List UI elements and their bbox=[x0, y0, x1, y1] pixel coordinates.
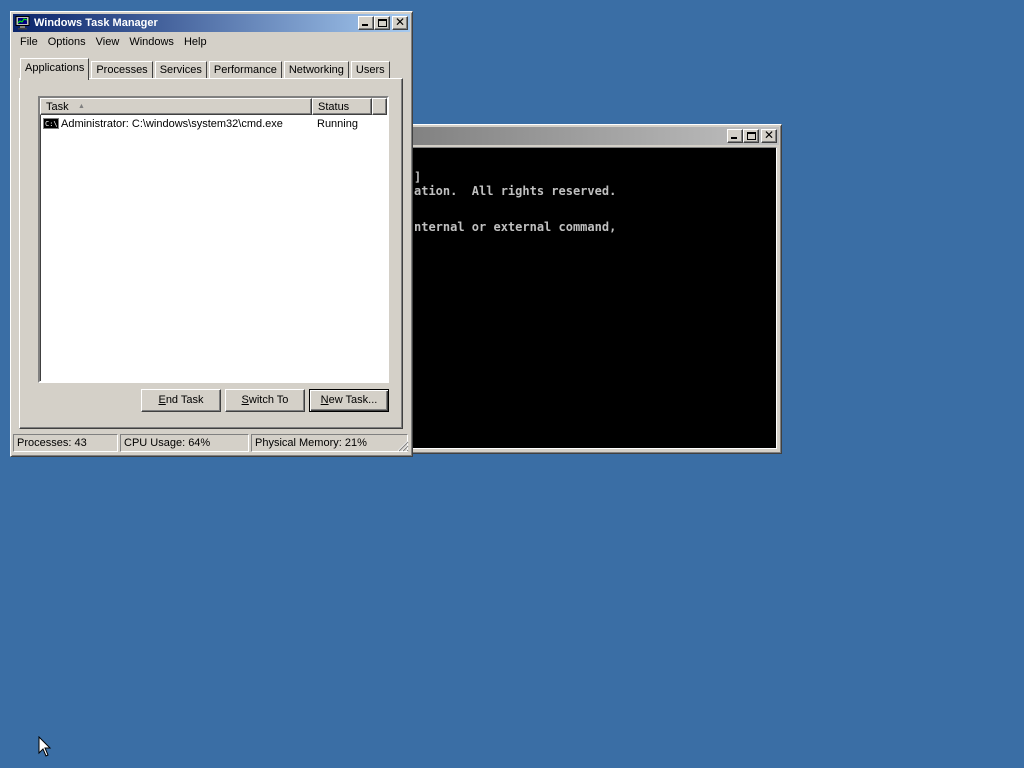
tab-users[interactable]: Users bbox=[350, 61, 390, 79]
end-task-hotkey: E bbox=[158, 394, 166, 406]
task-manager-titlebar[interactable]: Windows Task Manager ✕ bbox=[13, 14, 410, 32]
new-task-button[interactable]: New Task... bbox=[309, 389, 389, 412]
tab-networking[interactable]: Networking bbox=[283, 61, 349, 79]
list-header: Task ▲ Status bbox=[40, 98, 387, 115]
applications-panel: Task ▲ Status C:\ Administrator: C:\wind… bbox=[19, 78, 403, 429]
sort-ascending-icon: ▲ bbox=[78, 103, 85, 110]
tab-services[interactable]: Services bbox=[154, 61, 207, 79]
arrow-pointer-icon bbox=[38, 736, 52, 757]
close-button[interactable]: ✕ bbox=[392, 15, 408, 30]
cmd-line: ation. All rights reserved. bbox=[414, 184, 617, 198]
cmd-line: nternal or external command, bbox=[414, 220, 617, 234]
column-header-filler bbox=[372, 98, 387, 115]
cmd-maximize-button[interactable] bbox=[743, 129, 759, 143]
maximize-icon bbox=[378, 19, 387, 27]
minimize-button[interactable] bbox=[358, 16, 374, 30]
minimize-icon bbox=[362, 24, 368, 26]
cmd-line: ] bbox=[414, 170, 422, 184]
window-title: Windows Task Manager bbox=[34, 17, 158, 29]
task-manager-monitor-icon bbox=[15, 16, 30, 30]
menu-windows[interactable]: Windows bbox=[124, 36, 179, 48]
column-header-task-label: Task bbox=[46, 101, 69, 113]
resize-grip-icon[interactable] bbox=[397, 440, 409, 452]
cmd-prompt-icon: C:\ bbox=[43, 118, 59, 129]
close-icon: ✕ bbox=[394, 15, 406, 29]
menu-bar: File Options View Windows Help bbox=[13, 32, 410, 52]
status-cpu-usage: CPU Usage: 64% bbox=[120, 434, 249, 452]
tab-strip: Applications Processes Services Performa… bbox=[20, 57, 392, 80]
status-bar: Processes: 43 CPU Usage: 64% Physical Me… bbox=[13, 434, 410, 454]
tab-performance[interactable]: Performance bbox=[208, 61, 282, 79]
tab-applications[interactable]: Applications bbox=[20, 58, 90, 80]
cmd-window[interactable]: ✕ ] ation. All rights reserved. nternal … bbox=[400, 124, 782, 454]
row-task-cell: C:\ Administrator: C:\windows\system32\c… bbox=[40, 118, 312, 130]
switch-to-hotkey: S bbox=[241, 394, 249, 406]
switch-to-label: witch To bbox=[248, 394, 289, 406]
task-list[interactable]: Task ▲ Status C:\ Administrator: C:\wind… bbox=[38, 96, 389, 383]
status-processes: Processes: 43 bbox=[13, 434, 118, 452]
maximize-icon bbox=[747, 132, 756, 140]
menu-file[interactable]: File bbox=[15, 36, 43, 48]
maximize-button[interactable] bbox=[374, 16, 390, 30]
switch-to-button[interactable]: Switch To bbox=[225, 389, 305, 412]
cmd-titlebar[interactable]: ✕ bbox=[403, 127, 779, 145]
menu-options[interactable]: Options bbox=[43, 36, 91, 48]
minimize-icon bbox=[731, 137, 737, 139]
tab-processes[interactable]: Processes bbox=[91, 61, 153, 79]
cmd-close-button[interactable]: ✕ bbox=[761, 128, 777, 143]
column-header-task[interactable]: Task ▲ bbox=[40, 98, 312, 115]
end-task-label: nd Task bbox=[165, 394, 204, 406]
row-task-name: Administrator: C:\windows\system32\cmd.e… bbox=[61, 117, 283, 130]
column-header-status[interactable]: Status bbox=[312, 98, 372, 115]
new-task-label: ew Task... bbox=[328, 394, 378, 406]
close-icon: ✕ bbox=[763, 128, 775, 142]
table-row[interactable]: C:\ Administrator: C:\windows\system32\c… bbox=[40, 115, 387, 132]
end-task-button[interactable]: End Task bbox=[141, 389, 221, 412]
menu-view[interactable]: View bbox=[91, 36, 125, 48]
row-status: Running bbox=[317, 117, 358, 130]
status-physical-memory: Physical Memory: 21% bbox=[251, 434, 408, 452]
new-task-hotkey: N bbox=[320, 394, 329, 406]
task-manager-window[interactable]: Windows Task Manager ✕ File Options View… bbox=[10, 11, 413, 457]
menu-help[interactable]: Help bbox=[179, 36, 212, 48]
cmd-minimize-button[interactable] bbox=[727, 129, 743, 143]
cmd-console[interactable]: ] ation. All rights reserved. nternal or… bbox=[405, 147, 777, 449]
